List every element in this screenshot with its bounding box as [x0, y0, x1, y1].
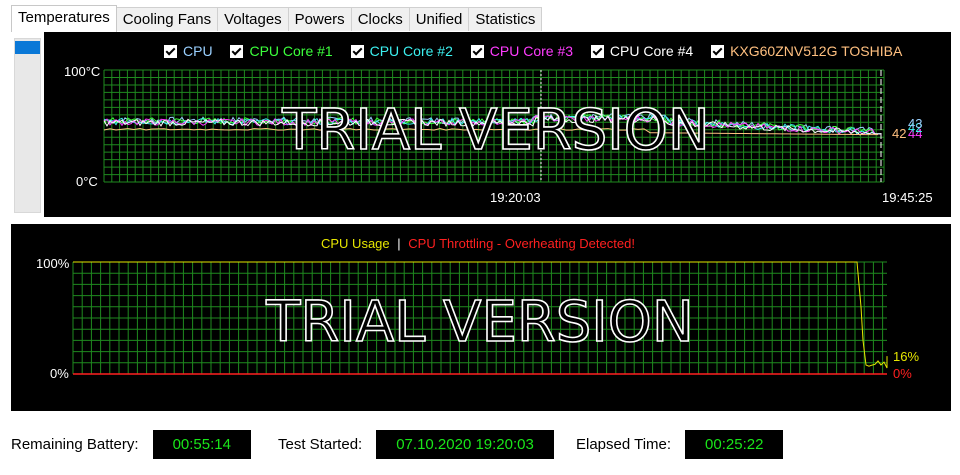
- tab-powers[interactable]: Powers: [287, 7, 352, 31]
- temperature-plot: TRIAL VERSION: [103, 69, 885, 183]
- trial-version-watermark: TRIAL VERSION: [265, 290, 694, 355]
- usage-plot: TRIAL VERSION: [72, 261, 888, 375]
- end-value-usage: 16%: [893, 349, 920, 364]
- battery-label: Remaining Battery:: [11, 436, 139, 453]
- elapsed-time-value: 00:25:22: [685, 430, 784, 459]
- side-list-selection[interactable]: [15, 41, 40, 54]
- tab-voltages[interactable]: Voltages: [217, 7, 289, 31]
- tab-bar: Temperatures Cooling Fans Voltages Power…: [11, 5, 543, 32]
- test-started-value: 07.10.2020 19:20:03: [376, 430, 554, 459]
- tab-statistics[interactable]: Statistics: [468, 7, 543, 31]
- tab-unified[interactable]: Unified: [408, 7, 470, 31]
- battery-status: Remaining Battery: 00:55:14: [11, 430, 251, 459]
- end-value-disk: 42: [892, 126, 907, 141]
- end-value-cpu: 43: [908, 116, 923, 131]
- tab-clocks[interactable]: Clocks: [350, 7, 410, 31]
- test-started-status: Test Started: 07.10.2020 19:20:03: [278, 430, 554, 459]
- trial-version-watermark: TRIAL VERSION: [281, 98, 710, 163]
- battery-value: 00:55:14: [152, 430, 251, 459]
- end-value-throttling: 0%: [893, 366, 912, 381]
- elapsed-time-status: Elapsed Time: 00:25:22: [576, 430, 784, 459]
- tab-temperatures[interactable]: Temperatures: [11, 5, 117, 32]
- side-scroll-list[interactable]: [14, 38, 41, 213]
- usage-chart-panel: CPU Usage | CPU Throttling - Overheating…: [11, 224, 951, 411]
- elapsed-time-label: Elapsed Time:: [576, 436, 672, 453]
- tab-cooling-fans[interactable]: Cooling Fans: [115, 7, 219, 31]
- temperature-chart-panel: CPU CPU Core #1 CPU Core #2 CPU Core #3 …: [44, 32, 951, 217]
- test-started-label: Test Started:: [278, 436, 363, 453]
